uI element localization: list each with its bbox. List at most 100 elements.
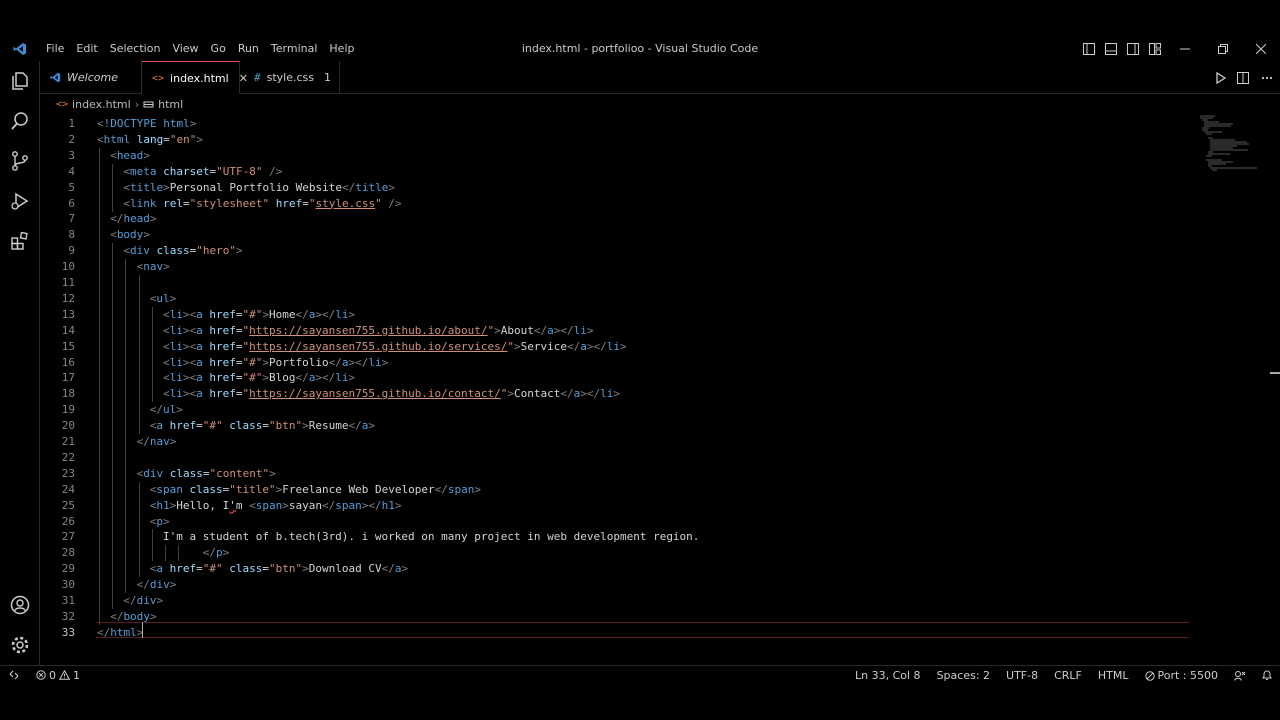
code-token: class <box>229 562 263 576</box>
code-line[interactable]: 30 </div> <box>40 577 1190 594</box>
code-line[interactable]: 10 <nav> <box>40 259 1190 276</box>
problems-indicator[interactable]: 0 1 <box>28 666 88 685</box>
code-line[interactable]: 19 </ul> <box>40 402 1190 419</box>
menu-run[interactable]: Run <box>232 37 265 61</box>
toggle-primary-sidebar-icon[interactable] <box>1078 37 1100 61</box>
remote-indicator-icon[interactable] <box>0 666 28 685</box>
line-number: 16 <box>61 355 75 369</box>
language-mode[interactable]: HTML <box>1090 666 1137 685</box>
encoding[interactable]: UTF-8 <box>998 666 1046 685</box>
accounts-icon[interactable] <box>0 585 40 625</box>
code-line[interactable]: 28 </p> <box>40 545 1190 562</box>
code-line[interactable]: 32 </body> <box>40 608 1190 625</box>
menu-file[interactable]: File <box>40 37 70 61</box>
breadcrumb-symbol[interactable]: html <box>158 98 183 111</box>
search-icon[interactable] <box>0 101 40 141</box>
restore-window-icon[interactable] <box>1204 37 1242 61</box>
tab-index-html[interactable]: <> index.html ✕ <box>142 61 248 94</box>
code-line[interactable]: 26 <p> <box>40 513 1190 530</box>
indent-guide <box>151 306 153 323</box>
menu-help[interactable]: Help <box>323 37 360 61</box>
code-line[interactable]: 20 <a href="#" class="btn">Resume</a> <box>40 418 1190 435</box>
code-punctuation: > <box>620 339 627 353</box>
code-line[interactable]: 7 </head> <box>40 211 1190 228</box>
code-line[interactable]: 25 <h1>Hello, I'm <span>sayan</span></h1> <box>40 497 1190 514</box>
code-token: "en" <box>169 132 197 146</box>
source-control-icon[interactable] <box>0 141 40 181</box>
code-line[interactable]: 15 <li><a href="https://sayansen755.githu… <box>40 338 1190 355</box>
indent-guide <box>99 465 100 482</box>
cursor-position[interactable]: Ln 33, Col 8 <box>847 666 929 685</box>
indent-guide <box>99 593 100 609</box>
breadcrumb-file[interactable]: index.html <box>72 98 131 111</box>
manage-gear-icon[interactable] <box>0 625 40 665</box>
live-server-port[interactable]: Port : 5500 <box>1137 666 1227 685</box>
end-of-line[interactable]: CRLF <box>1046 666 1090 685</box>
minimap[interactable] <box>1195 114 1265 174</box>
code-line[interactable]: 8 <body> <box>40 227 1190 244</box>
notifications-bell-icon[interactable] <box>1254 666 1280 685</box>
toggle-secondary-sidebar-icon[interactable] <box>1122 37 1144 61</box>
code-punctuation: > <box>182 355 190 369</box>
code-line[interactable]: 2 <html lang="en"> <box>40 132 1190 148</box>
code-line[interactable]: 29 <a href="#" class="btn">Download CV</a… <box>40 561 1190 578</box>
menu-view[interactable]: View <box>166 37 204 61</box>
code-line[interactable]: 12 <ul> <box>40 290 1190 307</box>
menu-edit[interactable]: Edit <box>70 37 103 61</box>
code-line[interactable]: 16 <li><a href="#">Portfolio</a></li> <box>40 354 1190 371</box>
split-editor-icon[interactable] <box>1232 66 1254 90</box>
code-line[interactable]: 24 <span class="title">Freelance Web Deve… <box>40 481 1190 498</box>
code-line[interactable]: 17 <li><a href="#">Blog</a></li> <box>40 370 1190 387</box>
code-punctuation: > <box>315 371 322 385</box>
vscode-logo-icon[interactable] <box>0 37 40 61</box>
code-line[interactable]: 1 <!DOCTYPE html> <box>40 116 1190 132</box>
code-line[interactable]: 31 </div> <box>40 593 1190 609</box>
indent-guide <box>125 449 127 466</box>
code-punctuation: > <box>169 578 177 592</box>
code-line[interactable]: 11 <box>40 275 1190 291</box>
code-token: Resume <box>308 419 349 433</box>
toggle-panel-icon[interactable] <box>1100 37 1122 61</box>
code-line[interactable]: 18 <li><a href="https://sayansen755.githu… <box>40 386 1190 403</box>
code-editor[interactable]: 1 <!DOCTYPE html> 2 <html lang="en"> 3 <head>… <box>40 114 1280 665</box>
code-line[interactable]: 14 <li><a href="https://sayansen755.githu… <box>40 322 1190 339</box>
code-punctuation: > <box>580 387 587 401</box>
tab-style-css[interactable]: # style.css 1 <box>240 61 340 94</box>
customize-layout-icon[interactable] <box>1144 37 1166 61</box>
close-window-icon[interactable] <box>1242 37 1280 61</box>
more-actions-icon[interactable] <box>1254 66 1280 90</box>
menu-go[interactable]: Go <box>205 37 232 61</box>
explorer-icon[interactable] <box>0 61 40 101</box>
code-line[interactable]: 4 <meta charset="UTF-8" /> <box>40 163 1190 180</box>
minimize-window-icon[interactable] <box>1166 37 1204 61</box>
code-line[interactable]: 3 <head> <box>40 147 1190 164</box>
menu-terminal[interactable]: Terminal <box>265 37 324 61</box>
code-line[interactable]: 21 </nav> <box>40 434 1190 450</box>
code-line[interactable]: 27 I'm a student of b.tech(3rd). i worked… <box>40 529 1190 546</box>
code-line[interactable]: 6 <link rel="stylesheet" href="style.css"… <box>40 195 1190 212</box>
code-line[interactable]: 33 </html> <box>40 625 1190 641</box>
code-line[interactable]: 23 <div class="content"> <box>40 465 1190 482</box>
code-punctuation: </ <box>322 307 336 321</box>
indent-guide <box>112 402 114 419</box>
indentation[interactable]: Spaces: 2 <box>929 666 998 685</box>
feedback-icon[interactable] <box>1226 666 1254 685</box>
code-line[interactable]: 13 <li><a href="#">Home</a></li> <box>40 306 1190 323</box>
code-punctuation: > <box>149 609 157 623</box>
code-line[interactable]: 5 <title>Personal Portfolio Website</titl… <box>40 179 1190 196</box>
status-bar-right: Ln 33, Col 8 Spaces: 2 UTF-8 CRLF HTML P… <box>847 666 1280 685</box>
menu-selection[interactable]: Selection <box>104 37 167 61</box>
vertical-scrollbar[interactable] <box>1268 114 1280 665</box>
extensions-icon[interactable] <box>0 221 40 261</box>
indent-guide <box>99 227 100 244</box>
run-icon[interactable] <box>1210 66 1232 90</box>
port-label: Port : 5500 <box>1157 669 1219 682</box>
code-line[interactable]: 9 <div class="hero"> <box>40 243 1190 260</box>
run-and-debug-icon[interactable] <box>0 181 40 221</box>
code-token: meta <box>130 164 157 178</box>
tab-welcome[interactable]: Welcome <box>40 61 142 94</box>
code-line[interactable]: 22 <box>40 449 1190 466</box>
code-token: !DOCTYPE <box>103 117 157 130</box>
indent-guide <box>125 465 127 482</box>
code-text: <head> <box>110 148 150 164</box>
